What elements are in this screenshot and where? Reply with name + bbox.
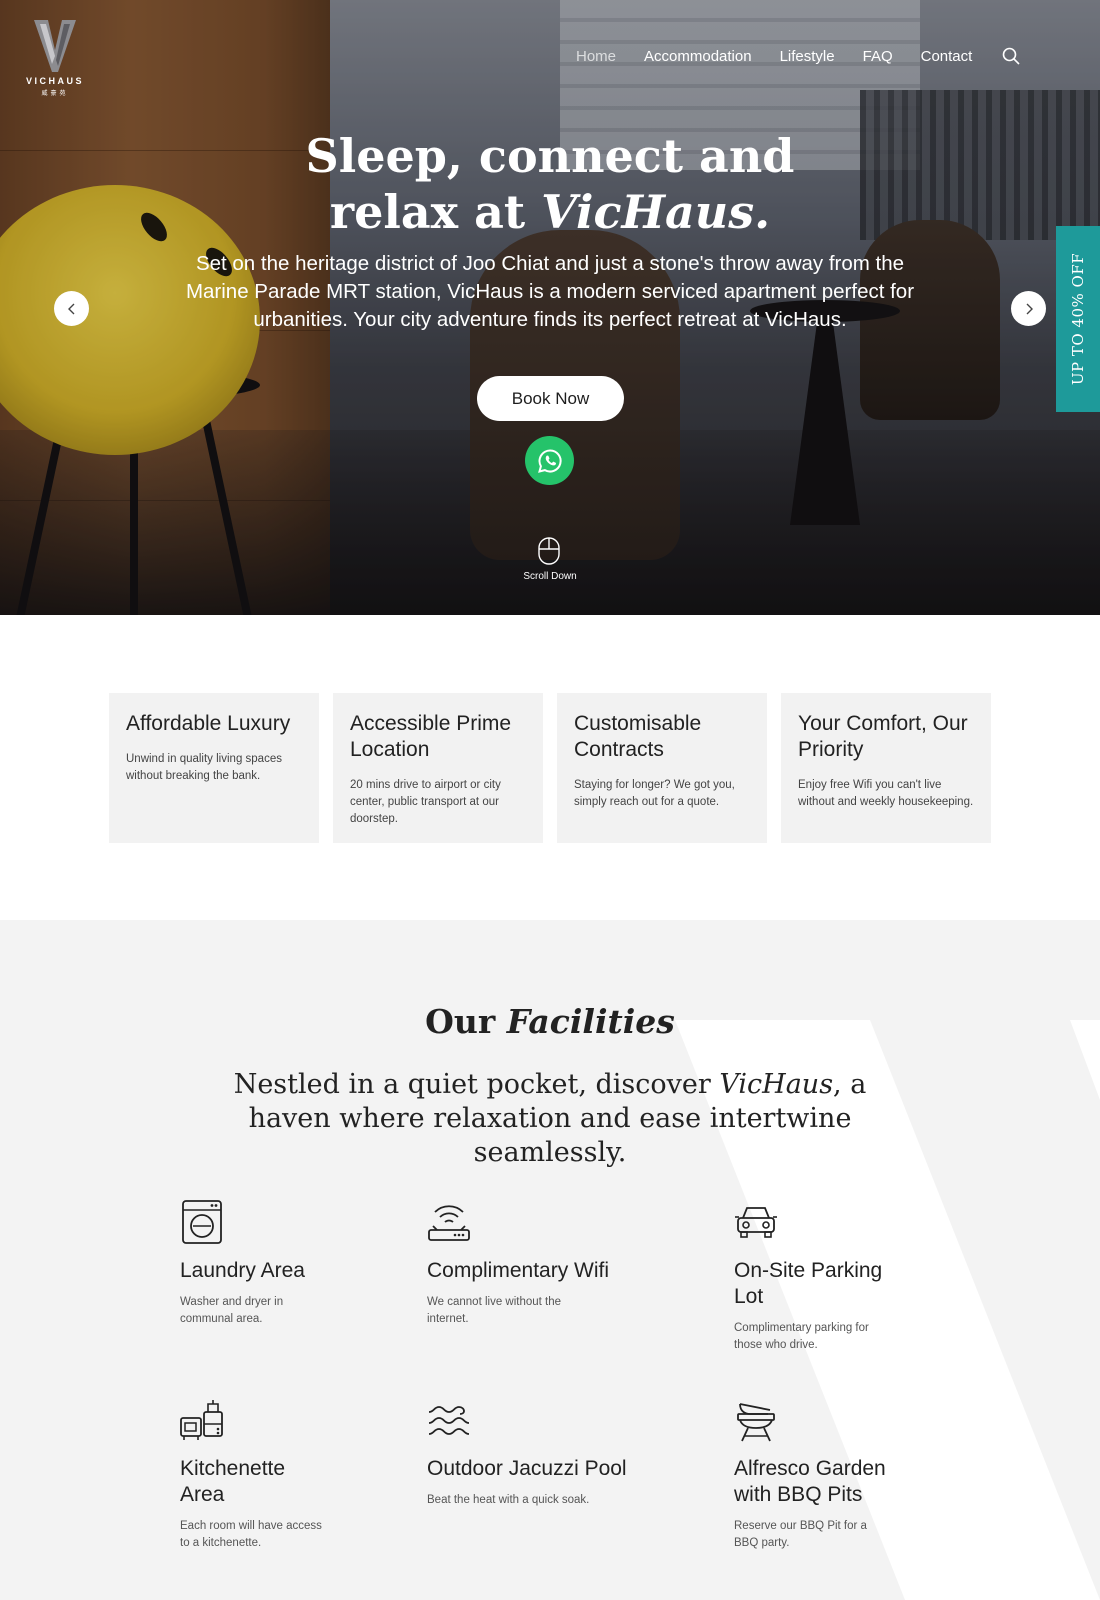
hero-title-line2: relax at — [329, 185, 542, 239]
facility-item: On-Site Parking Lot Complimentary parkin… — [734, 1200, 914, 1354]
whatsapp-icon — [537, 448, 562, 473]
feature-description: Staying for longer? We got you, simply r… — [574, 779, 735, 808]
facilities-intro-brand: VicHaus — [719, 1069, 834, 1100]
carousel-next-button[interactable] — [1011, 291, 1046, 326]
facilities-section: Our Facilities Nestled in a quiet pocket… — [0, 920, 1100, 1600]
hero-description: Set on the heritage district of Joo Chia… — [185, 252, 915, 331]
scroll-down-label[interactable]: Scroll Down — [490, 571, 610, 582]
facility-title: On-Site Parking Lot — [734, 1259, 883, 1308]
feature-card: Affordable Luxury Unwind in quality livi… — [109, 693, 319, 843]
facility-item: Complimentary Wifi We cannot live withou… — [427, 1200, 647, 1328]
facility-title: Outdoor Jacuzzi Pool — [427, 1457, 627, 1480]
car-icon — [735, 1207, 777, 1238]
facility-item: Alfresco Garden with BBQ Pits Reserve ou… — [734, 1398, 924, 1552]
facilities-heading-plain: Our — [425, 1002, 507, 1041]
feature-title: Customisable Contracts — [574, 712, 702, 761]
nav-lifestyle[interactable]: Lifestyle — [780, 48, 835, 65]
facility-description: Washer and dryer in communal area. — [180, 1296, 284, 1325]
hero-title: Sleep, connect and relax at VicHaus. — [150, 128, 950, 240]
hero-section: VICHAUS 威豪苑 Home Accommodation Lifestyle… — [0, 0, 1100, 615]
logo-v-mark — [34, 20, 76, 72]
feature-card: Customisable Contracts Staying for longe… — [557, 693, 767, 843]
carousel-prev-button[interactable] — [54, 291, 89, 326]
feature-card: Your Comfort, Our Priority Enjoy free Wi… — [781, 693, 991, 843]
feature-title: Affordable Luxury — [126, 712, 291, 735]
promo-text: UP TO 40% OFF — [1069, 252, 1088, 386]
waves-icon — [428, 1406, 470, 1435]
logo-text: VICHAUS — [25, 76, 84, 86]
facilities-heading: Our Facilities — [250, 1002, 850, 1041]
facility-description: Beat the heat with a quick soak. — [427, 1494, 590, 1506]
feature-title: Accessible Prime Location — [350, 712, 512, 761]
facility-item: Laundry Area Washer and dryer in communa… — [180, 1200, 330, 1328]
facility-item: Kitchenette Area Each room will have acc… — [180, 1398, 330, 1552]
facility-description: We cannot live without the internet. — [427, 1296, 562, 1325]
facilities-heading-italic: Facilities — [506, 1002, 675, 1041]
nav-faq[interactable]: FAQ — [863, 48, 893, 65]
bbq-grill-icon — [737, 1403, 775, 1442]
feature-description: 20 mins drive to airport or city center,… — [350, 779, 501, 825]
feature-card: Accessible Prime Location 20 mins drive … — [333, 693, 543, 843]
book-now-button[interactable]: Book Now — [477, 376, 624, 421]
facilities-intro-a: Nestled in a quiet pocket, discover — [233, 1069, 720, 1100]
features-section: Affordable Luxury Unwind in quality livi… — [0, 615, 1100, 920]
chevron-left-icon — [67, 303, 74, 314]
vichaus-logo[interactable]: VICHAUS 威豪苑 — [20, 20, 90, 97]
laundry-icon — [182, 1200, 222, 1244]
facility-description: Reserve our BBQ Pit for a BBQ party. — [734, 1520, 867, 1549]
feature-description: Enjoy free Wifi you can't live without a… — [798, 779, 974, 808]
feature-description: Unwind in quality living spaces without … — [126, 753, 282, 782]
promo-tab[interactable]: UP TO 40% OFF — [1056, 226, 1100, 412]
wifi-router-icon — [428, 1205, 470, 1241]
facility-description: Each room will have access to a kitchene… — [180, 1520, 322, 1549]
mouse-icon[interactable] — [538, 537, 560, 565]
facility-description: Complimentary parking for those who driv… — [734, 1322, 869, 1351]
kitchen-icon — [180, 1400, 223, 1440]
chevron-right-icon — [1026, 303, 1033, 314]
facility-title: Laundry Area — [180, 1259, 305, 1282]
nav-accommodation[interactable]: Accommodation — [644, 48, 752, 65]
nav-home[interactable]: Home — [576, 48, 616, 65]
facility-item: Outdoor Jacuzzi Pool Beat the heat with … — [427, 1398, 647, 1509]
facility-title: Complimentary Wifi — [427, 1259, 610, 1282]
whatsapp-button[interactable] — [525, 436, 574, 485]
hero-title-brand: VicHaus. — [541, 185, 771, 239]
facility-title: Kitchenette Area — [180, 1457, 286, 1506]
feature-title: Your Comfort, Our Priority — [798, 712, 968, 761]
hero-title-line1: Sleep, connect and — [305, 129, 795, 183]
logo-subtitle: 威豪苑 — [41, 91, 69, 97]
facility-title: Alfresco Garden with BBQ Pits — [734, 1457, 886, 1506]
nav-contact[interactable]: Contact — [921, 48, 973, 65]
main-nav: Home Accommodation Lifestyle FAQ Contact — [576, 47, 1020, 65]
facilities-intro: Nestled in a quiet pocket, discover VicH… — [200, 1068, 900, 1170]
search-icon[interactable] — [1002, 47, 1020, 65]
